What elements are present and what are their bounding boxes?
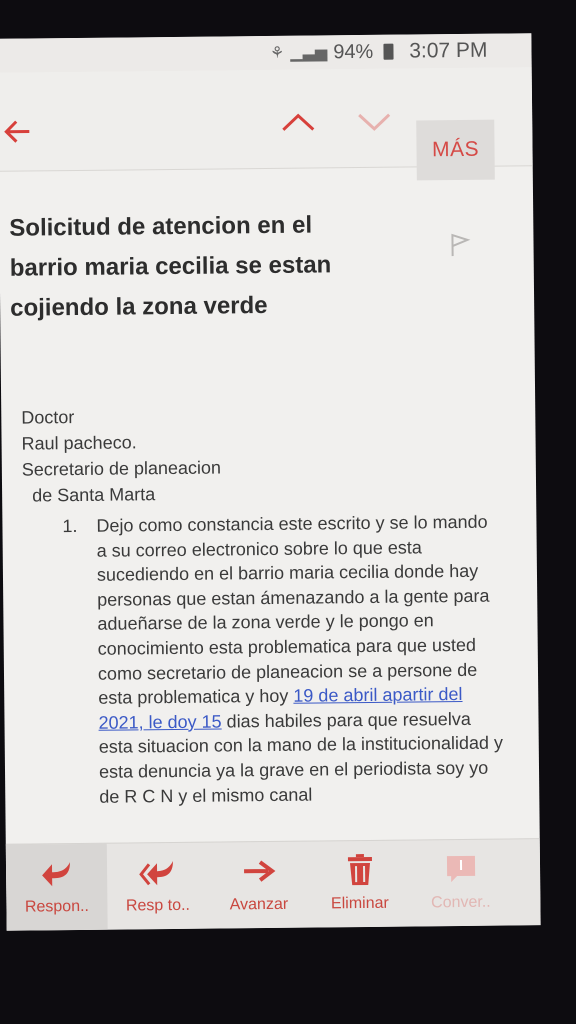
forward-button[interactable]: Avanzar	[208, 842, 310, 929]
subject-line: barrio maria cecilia se estan	[9, 251, 332, 282]
battery-percent: 94%	[333, 40, 374, 63]
reply-all-label: Resp to..	[125, 896, 191, 915]
bottom-toolbar: Respon.. Resp to.. Avanzar Eliminar Conv…	[5, 838, 541, 931]
battery-icon	[383, 43, 394, 60]
email-body-item: 1. Dejo como constancia este escrito y s…	[62, 510, 505, 810]
reply-label: Respon..	[24, 897, 90, 916]
chevron-up-icon[interactable]	[280, 109, 320, 149]
status-bar: ⚘ ▁▃▅ 94% 3:07 PM	[0, 33, 532, 73]
convert-button[interactable]: Conver..	[410, 839, 512, 926]
delete-label: Eliminar	[330, 894, 389, 913]
body-text-part: Dejo como constancia este escrito y se l…	[96, 511, 490, 708]
signal-icon: ▁▃▅	[290, 44, 328, 62]
greeting-line: Doctor	[21, 407, 75, 428]
reply-icon	[39, 856, 73, 890]
chat-bubble-icon	[444, 852, 476, 886]
email-subject: Solicitud de atencion en el barrio maria…	[9, 204, 430, 328]
arrow-left-icon[interactable]	[2, 110, 42, 150]
email-content: Solicitud de atencion en el barrio maria…	[0, 165, 540, 845]
action-bar: MÁS	[0, 67, 533, 181]
forward-label: Avanzar	[229, 895, 289, 914]
delete-button[interactable]: Eliminar	[309, 841, 411, 928]
reply-all-icon	[138, 855, 176, 889]
list-number: 1.	[62, 516, 78, 537]
convert-label: Conver..	[431, 893, 491, 912]
phone-screen: ⚘ ▁▃▅ 94% 3:07 PM MÁS Solicitud de atenc…	[0, 33, 541, 931]
greeting-line: Secretario de planeacion	[21, 457, 222, 480]
reply-button[interactable]: Respon..	[5, 843, 108, 931]
greeting-line: Raul pacheco.	[21, 432, 137, 454]
flag-icon[interactable]	[447, 232, 475, 260]
wifi-icon: ⚘	[269, 44, 285, 62]
chevron-down-icon[interactable]	[356, 109, 396, 149]
arrow-right-icon	[241, 854, 275, 888]
subject-line: cojiendo la zona verde	[10, 292, 268, 322]
clock: 3:07 PM	[409, 38, 488, 63]
email-body-text: Dejo como constancia este escrito y se l…	[62, 510, 505, 810]
subject-line: Solicitud de atencion en el	[9, 211, 313, 242]
trash-icon	[345, 853, 373, 887]
email-greeting: Doctor Raul pacheco. Secretario de plane…	[21, 403, 221, 509]
greeting-line: de Santa Marta	[32, 484, 156, 506]
reply-all-button[interactable]: Resp to..	[107, 843, 209, 930]
